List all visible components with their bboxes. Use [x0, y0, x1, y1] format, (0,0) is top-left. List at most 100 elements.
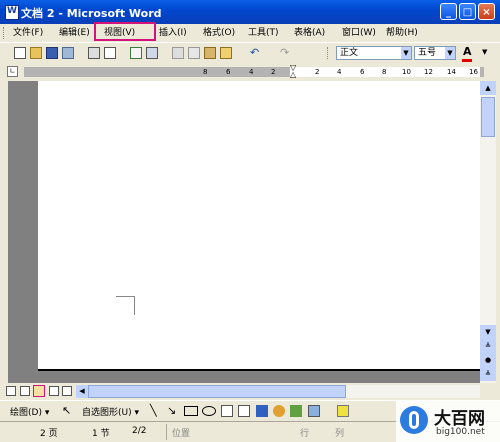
- outline-view-icon[interactable]: [49, 386, 59, 396]
- scroll-left-icon[interactable]: ◀: [76, 385, 88, 398]
- font-size-combo[interactable]: 五号 ▼: [414, 46, 456, 60]
- ruler-number: 2: [271, 68, 276, 76]
- scroll-up-icon[interactable]: ▲: [480, 81, 496, 95]
- brand-logo-icon: [400, 406, 428, 434]
- reading-layout-view-icon[interactable]: [62, 386, 72, 396]
- oval-icon[interactable]: [202, 406, 216, 416]
- menu-tools[interactable]: 工具(T): [248, 26, 279, 40]
- autoshapes-menu-button[interactable]: 自选图形(U) ▾: [82, 405, 139, 418]
- spelling-icon[interactable]: [130, 47, 142, 59]
- menu-bar: 文件(F) 编辑(E) 视图(V) 插入(I) 格式(O) 工具(T) 表格(A…: [0, 24, 500, 42]
- font-size-value: 五号: [418, 48, 437, 58]
- line-icon[interactable]: ╲: [150, 404, 157, 417]
- ruler-number: 4: [249, 68, 254, 76]
- ruler-number: 8: [203, 68, 208, 76]
- vertical-scrollbar[interactable]: ▲ ▼ ≜ ● ≜: [480, 81, 496, 383]
- status-divider: [166, 424, 167, 440]
- horizontal-ruler: ∟ ▽ △ 8 6 4 2 2 4 6 8 10 12 14 16: [0, 63, 500, 81]
- format-painter-icon[interactable]: [220, 47, 232, 59]
- next-page-icon[interactable]: ≜: [480, 367, 496, 381]
- maximize-button[interactable]: □: [459, 3, 476, 20]
- minimize-button[interactable]: _: [440, 3, 457, 20]
- word-window: 文档 2 - Microsoft Word _ □ × 文件(F) 编辑(E) …: [0, 0, 500, 442]
- ruler-number: 14: [447, 68, 456, 76]
- picture-icon[interactable]: [308, 405, 320, 417]
- ruler-number: 10: [402, 68, 411, 76]
- open-folder-icon[interactable]: [30, 47, 42, 59]
- undo-icon[interactable]: ↶: [250, 47, 262, 59]
- menu-grip-icon: [3, 27, 6, 39]
- copy-icon[interactable]: [188, 47, 200, 59]
- diagram-icon[interactable]: [273, 405, 285, 417]
- print-layout-view-icon[interactable]: [33, 385, 45, 397]
- status-position: 位置: [172, 429, 191, 439]
- fill-color-icon[interactable]: [337, 405, 349, 417]
- menu-window[interactable]: 窗口(W): [342, 26, 376, 40]
- menu-table[interactable]: 表格(A): [294, 26, 325, 40]
- title-bar: 文档 2 - Microsoft Word _ □ ×: [0, 0, 500, 24]
- previous-page-icon[interactable]: ≜: [480, 339, 496, 353]
- ruler-number: 2: [315, 68, 320, 76]
- vertical-text-box-icon[interactable]: [238, 405, 250, 417]
- autoshapes-label: 自选图形(U): [82, 408, 132, 418]
- chevron-down-icon[interactable]: ▼: [401, 47, 411, 59]
- ruler-number: 12: [424, 68, 433, 76]
- font-color-swatch: [462, 59, 472, 62]
- cut-icon[interactable]: [172, 47, 184, 59]
- print-preview-icon[interactable]: [104, 47, 116, 59]
- clip-art-icon[interactable]: [290, 405, 302, 417]
- scroll-down-icon[interactable]: ▼: [480, 325, 496, 339]
- text-box-icon[interactable]: [221, 405, 233, 417]
- permission-icon[interactable]: [62, 47, 74, 59]
- rectangle-icon[interactable]: [184, 406, 198, 416]
- word-app-icon[interactable]: [5, 5, 19, 20]
- close-button[interactable]: ×: [478, 3, 495, 20]
- select-browse-object-icon[interactable]: ●: [480, 353, 496, 367]
- standard-toolbar: ↶ ↷ 正文 ▼ 五号 ▼ A ▼: [0, 42, 500, 64]
- save-icon[interactable]: [46, 47, 58, 59]
- horizontal-scroll-row: ◀: [0, 383, 500, 400]
- status-page: 2 页: [40, 429, 58, 439]
- view-menu-highlight: [94, 22, 156, 41]
- redo-icon[interactable]: ↷: [280, 47, 292, 59]
- draw-label: 绘图(D): [10, 408, 42, 418]
- chevron-down-icon[interactable]: ▼: [445, 47, 455, 59]
- indent-marker-icon[interactable]: ▽ △: [290, 64, 298, 79]
- toolbar-options-icon[interactable]: ▼: [482, 48, 487, 56]
- menu-file[interactable]: 文件(F): [13, 26, 43, 40]
- arrow-icon[interactable]: ↘: [167, 404, 176, 417]
- document-page[interactable]: [38, 81, 482, 371]
- menu-help[interactable]: 帮助(H): [386, 26, 418, 40]
- menu-insert[interactable]: 插入(I): [159, 26, 187, 40]
- scroll-thumb[interactable]: [481, 97, 495, 137]
- draw-menu-button[interactable]: 绘图(D) ▾: [10, 405, 49, 418]
- watermark-url: big100.net: [436, 427, 485, 437]
- status-column: 列: [335, 429, 345, 439]
- ruler-number: 6: [360, 68, 365, 76]
- paste-icon[interactable]: [204, 47, 216, 59]
- watermark-brand: 大百网: [434, 409, 485, 429]
- menu-edit[interactable]: 编辑(E): [59, 26, 90, 40]
- watermark: 大百网 big100.net: [396, 400, 500, 442]
- status-pages: 2/2: [132, 426, 147, 436]
- horizontal-scroll-thumb[interactable]: [88, 385, 346, 398]
- normal-view-icon[interactable]: [6, 386, 16, 396]
- style-combo[interactable]: 正文 ▼: [336, 46, 412, 60]
- menu-format[interactable]: 格式(O): [203, 26, 235, 40]
- print-icon[interactable]: [88, 47, 100, 59]
- horizontal-scroll-track[interactable]: [346, 385, 480, 398]
- select-objects-icon[interactable]: ↖: [62, 404, 71, 417]
- margin-corner-mark: [116, 296, 135, 315]
- font-color-button[interactable]: A: [462, 45, 472, 62]
- font-color-label: A: [463, 45, 472, 58]
- web-layout-view-icon[interactable]: [20, 386, 30, 396]
- new-document-icon[interactable]: [14, 47, 26, 59]
- window-title: 文档 2 - Microsoft Word: [21, 7, 162, 20]
- ruler-number: 8: [382, 68, 387, 76]
- vertical-ruler: [0, 81, 8, 383]
- status-section: 1 节: [92, 429, 110, 439]
- research-icon[interactable]: [146, 47, 158, 59]
- tab-selector-icon[interactable]: ∟: [7, 66, 18, 77]
- status-line: 行: [300, 429, 310, 439]
- wordart-icon[interactable]: [256, 405, 268, 417]
